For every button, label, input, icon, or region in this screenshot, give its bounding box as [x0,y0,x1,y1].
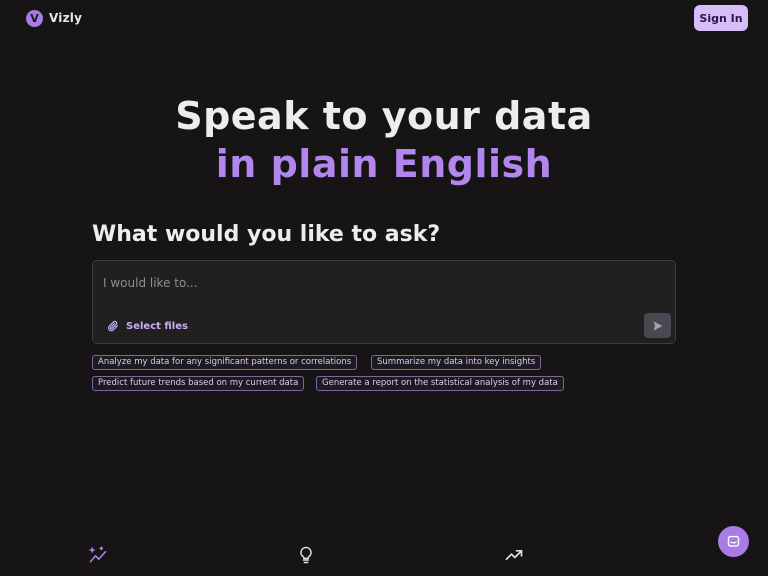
paperclip-icon [107,320,119,332]
select-files-label: Select files [126,320,188,332]
page: V Vizly Sign In Speak to your data in pl… [0,0,768,576]
lightbulb-icon [296,545,316,565]
chat-button[interactable] [718,526,749,557]
brand-name: Vizly [49,11,83,25]
suggestion-chip[interactable]: Generate a report on the statistical ana… [316,376,564,391]
trending-up-icon [504,545,524,565]
suggestion-chip[interactable]: Analyze my data for any significant patt… [92,355,358,370]
prompt-input[interactable] [103,273,643,293]
sparkle-chart-icon [88,545,108,565]
hero-subtitle: in plain English [215,142,553,186]
send-button[interactable] [644,313,671,338]
chat-icon [726,534,741,549]
suggestion-chip[interactable]: Predict future trends based on my curren… [92,376,305,391]
brand[interactable]: V Vizly [26,9,82,27]
send-icon [652,320,664,332]
sign-in-button[interactable]: Sign In [694,5,748,31]
vizly-logo-icon: V [26,9,43,27]
prompt-box: Select files [92,260,676,344]
select-files-button[interactable]: Select files [107,317,188,335]
ask-heading: What would you like to ask? [92,222,441,247]
suggestion-chip[interactable]: Summarize my data into key insights [371,355,542,370]
hero-title: Speak to your data [175,94,593,138]
